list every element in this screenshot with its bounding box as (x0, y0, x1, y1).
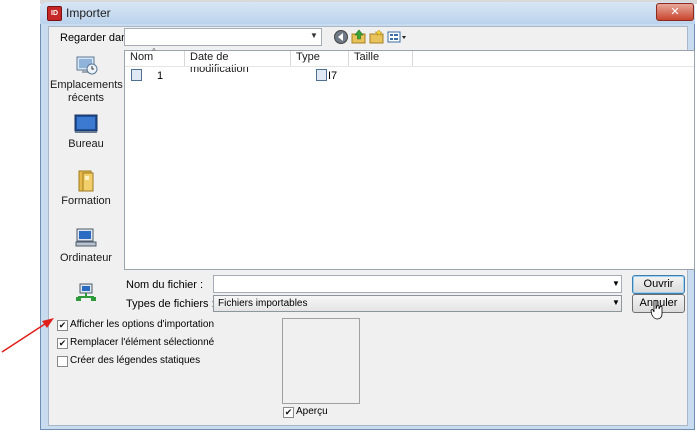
new-folder-icon[interactable] (369, 29, 385, 45)
library-folder-icon (74, 170, 98, 192)
close-button[interactable]: ✕ (656, 3, 694, 21)
filetype-value: Fichiers importables (218, 298, 308, 309)
chevron-down-icon[interactable]: ▼ (310, 31, 318, 40)
place-label: Ordinateur (60, 252, 112, 264)
chevron-down-icon[interactable]: ▼ (612, 298, 620, 307)
static-captions-label: Créer des légendes statiques (70, 355, 201, 366)
checkmark-icon: ✔ (284, 407, 293, 417)
preview-checkbox[interactable]: ✔ (283, 407, 294, 418)
column-header-name[interactable]: Nom (125, 51, 185, 66)
mouse-cursor-icon (650, 300, 663, 320)
filename-input[interactable] (213, 275, 622, 293)
place-label: Formation (61, 195, 111, 207)
annotation-arrow-icon (1, 318, 54, 353)
replace-selected-label: Remplacer l'élément sélectionné (70, 337, 215, 348)
column-header-type[interactable]: Type (291, 51, 349, 66)
place-label: Bureau (68, 138, 104, 150)
file-icon (131, 69, 142, 81)
file-type-icon (316, 69, 327, 81)
place-label: Emplacements récents (50, 79, 123, 104)
app-icon: ID (47, 6, 62, 21)
dialog-title: Importer (66, 6, 111, 20)
recent-places-icon (74, 54, 98, 76)
up-folder-icon[interactable] (351, 29, 367, 45)
view-menu-icon[interactable] (387, 29, 407, 45)
back-icon[interactable] (333, 29, 349, 45)
file-row-type: I7 (328, 70, 338, 82)
column-header-date[interactable]: Date de modification (185, 51, 291, 75)
chevron-down-icon[interactable]: ▼ (612, 279, 620, 288)
place-desktop[interactable]: Bureau (50, 113, 122, 151)
static-captions-checkbox[interactable] (57, 356, 68, 367)
preview-pane (282, 318, 360, 404)
filetype-select[interactable]: Fichiers importables (213, 295, 622, 312)
place-network[interactable] (50, 282, 122, 307)
column-header-size[interactable]: Taille (349, 51, 413, 66)
file-list[interactable] (124, 50, 695, 270)
preview-label: Aperçu (296, 406, 328, 417)
place-computer[interactable]: Ordinateur (50, 227, 122, 265)
background-left (0, 0, 40, 432)
show-import-options-label: Afficher les options d'importation (70, 319, 215, 330)
filetype-label: Types de fichiers : (126, 298, 215, 310)
file-row-name[interactable]: 1 (157, 70, 163, 82)
header-divider (125, 66, 694, 67)
look-in-combo[interactable] (124, 28, 322, 46)
computer-icon (74, 227, 98, 249)
place-recent[interactable]: Emplacements récents (50, 54, 123, 105)
open-button[interactable]: Ouvrir (632, 275, 685, 294)
title-bar[interactable] (40, 2, 695, 24)
filename-label: Nom du fichier : (126, 279, 204, 291)
network-icon (74, 282, 98, 304)
place-formation[interactable]: Formation (50, 170, 122, 208)
desktop-icon (74, 113, 98, 135)
